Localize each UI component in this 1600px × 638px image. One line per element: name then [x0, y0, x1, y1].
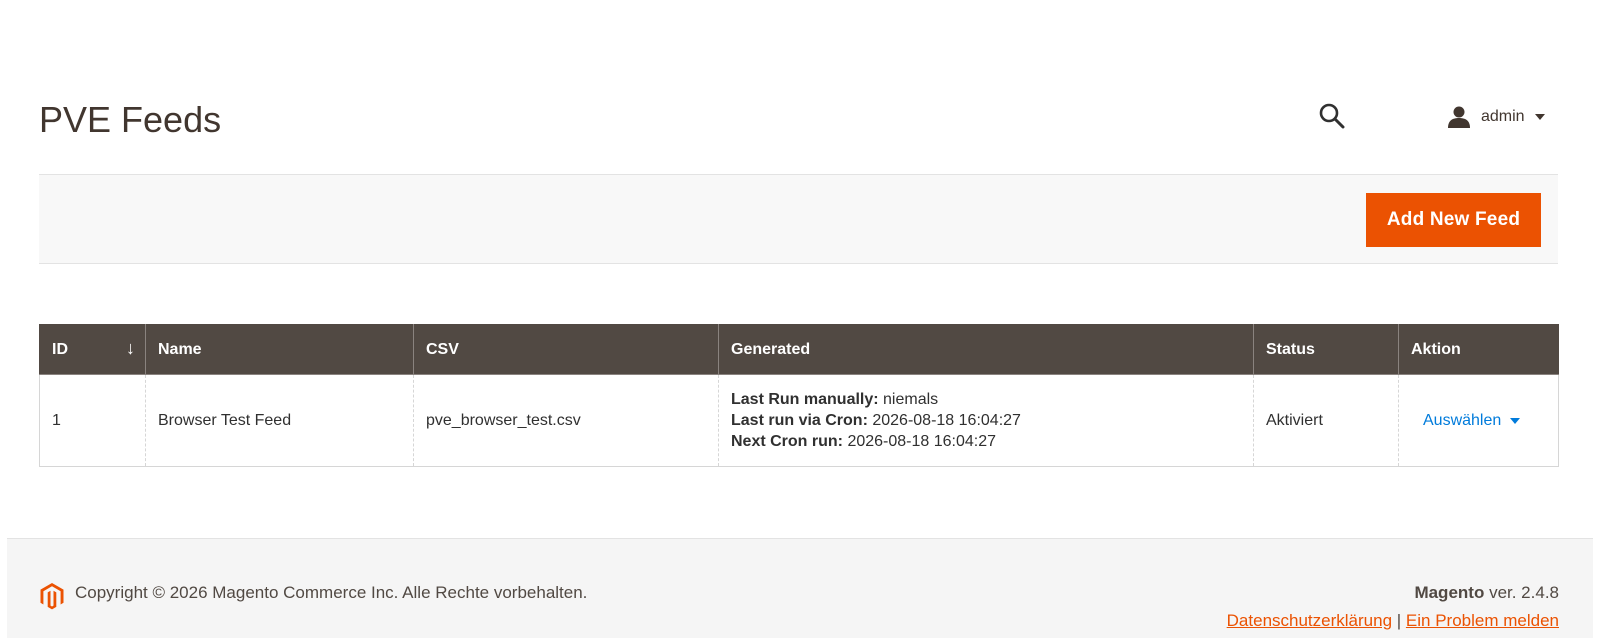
version-number: ver. 2.4.8	[1489, 583, 1559, 602]
cell-status: Aktiviert	[1253, 374, 1399, 467]
page-footer: Copyright © 2026 Magento Commerce Inc. A…	[7, 538, 1593, 638]
user-account-menu[interactable]: admin	[1447, 104, 1545, 130]
column-header-id[interactable]: ID ↓	[39, 324, 146, 375]
table-row[interactable]: 1 Browser Test Feed pve_browser_test.csv…	[39, 374, 1559, 467]
chevron-down-icon	[1534, 114, 1545, 120]
cell-generated: Last Run manually: niemals Last run via …	[718, 374, 1254, 467]
user-name: admin	[1481, 108, 1525, 125]
footer-links: Datenschutzerklärung | Ein Problem melde…	[1227, 611, 1559, 631]
copyright-text: Copyright © 2026 Magento Commerce Inc. A…	[75, 583, 588, 602]
report-problem-link[interactable]: Ein Problem melden	[1406, 611, 1559, 630]
last-run-cron-value: 2026-08-18 16:04:27	[872, 412, 1021, 429]
cell-csv: pve_browser_test.csv	[413, 374, 719, 467]
column-header-csv[interactable]: CSV	[413, 324, 719, 375]
sort-arrow-down-icon: ↓	[126, 338, 135, 358]
brand-name: Magento	[1414, 583, 1485, 602]
last-run-cron-label: Last run via Cron:	[731, 412, 868, 429]
page-title: PVE Feeds	[39, 99, 222, 140]
feeds-grid: ID ↓ Name CSV Generated Status Aktion 1 …	[39, 324, 1559, 467]
next-cron-run-label: Next Cron run:	[731, 433, 843, 450]
privacy-policy-link[interactable]: Datenschutzerklärung	[1227, 611, 1392, 630]
next-cron-run: Next Cron run: 2026-08-18 16:04:27	[731, 431, 1241, 452]
select-action-label: Auswählen	[1423, 411, 1502, 429]
page-actions-bar: Add New Feed	[39, 174, 1558, 264]
user-icon	[1448, 106, 1470, 128]
column-header-name[interactable]: Name	[145, 324, 414, 375]
cell-id: 1	[39, 374, 146, 467]
magento-logo-icon	[40, 583, 64, 610]
last-run-cron: Last run via Cron: 2026-08-18 16:04:27	[731, 410, 1241, 431]
cell-action: Auswählen	[1398, 374, 1559, 467]
last-run-manually-label: Last Run manually:	[731, 391, 879, 408]
column-header-action: Aktion	[1398, 324, 1559, 375]
grid-header-row: ID ↓ Name CSV Generated Status Aktion	[39, 324, 1559, 375]
select-action-dropdown[interactable]: Auswählen	[1423, 411, 1521, 430]
search-icon[interactable]	[1318, 102, 1346, 130]
chevron-down-icon	[1510, 417, 1521, 424]
last-run-manually-value: niemals	[883, 391, 939, 408]
column-header-generated[interactable]: Generated	[718, 324, 1254, 375]
last-run-manually: Last Run manually: niemals	[731, 389, 1241, 410]
version-info: Magento ver. 2.4.8	[1414, 583, 1559, 603]
cell-name: Browser Test Feed	[145, 374, 414, 467]
add-new-feed-button[interactable]: Add New Feed	[1366, 193, 1541, 247]
next-cron-run-value: 2026-08-18 16:04:27	[847, 433, 997, 450]
column-header-id-label: ID	[52, 340, 68, 358]
column-header-status[interactable]: Status	[1253, 324, 1399, 375]
footer-link-separator: |	[1396, 611, 1402, 630]
